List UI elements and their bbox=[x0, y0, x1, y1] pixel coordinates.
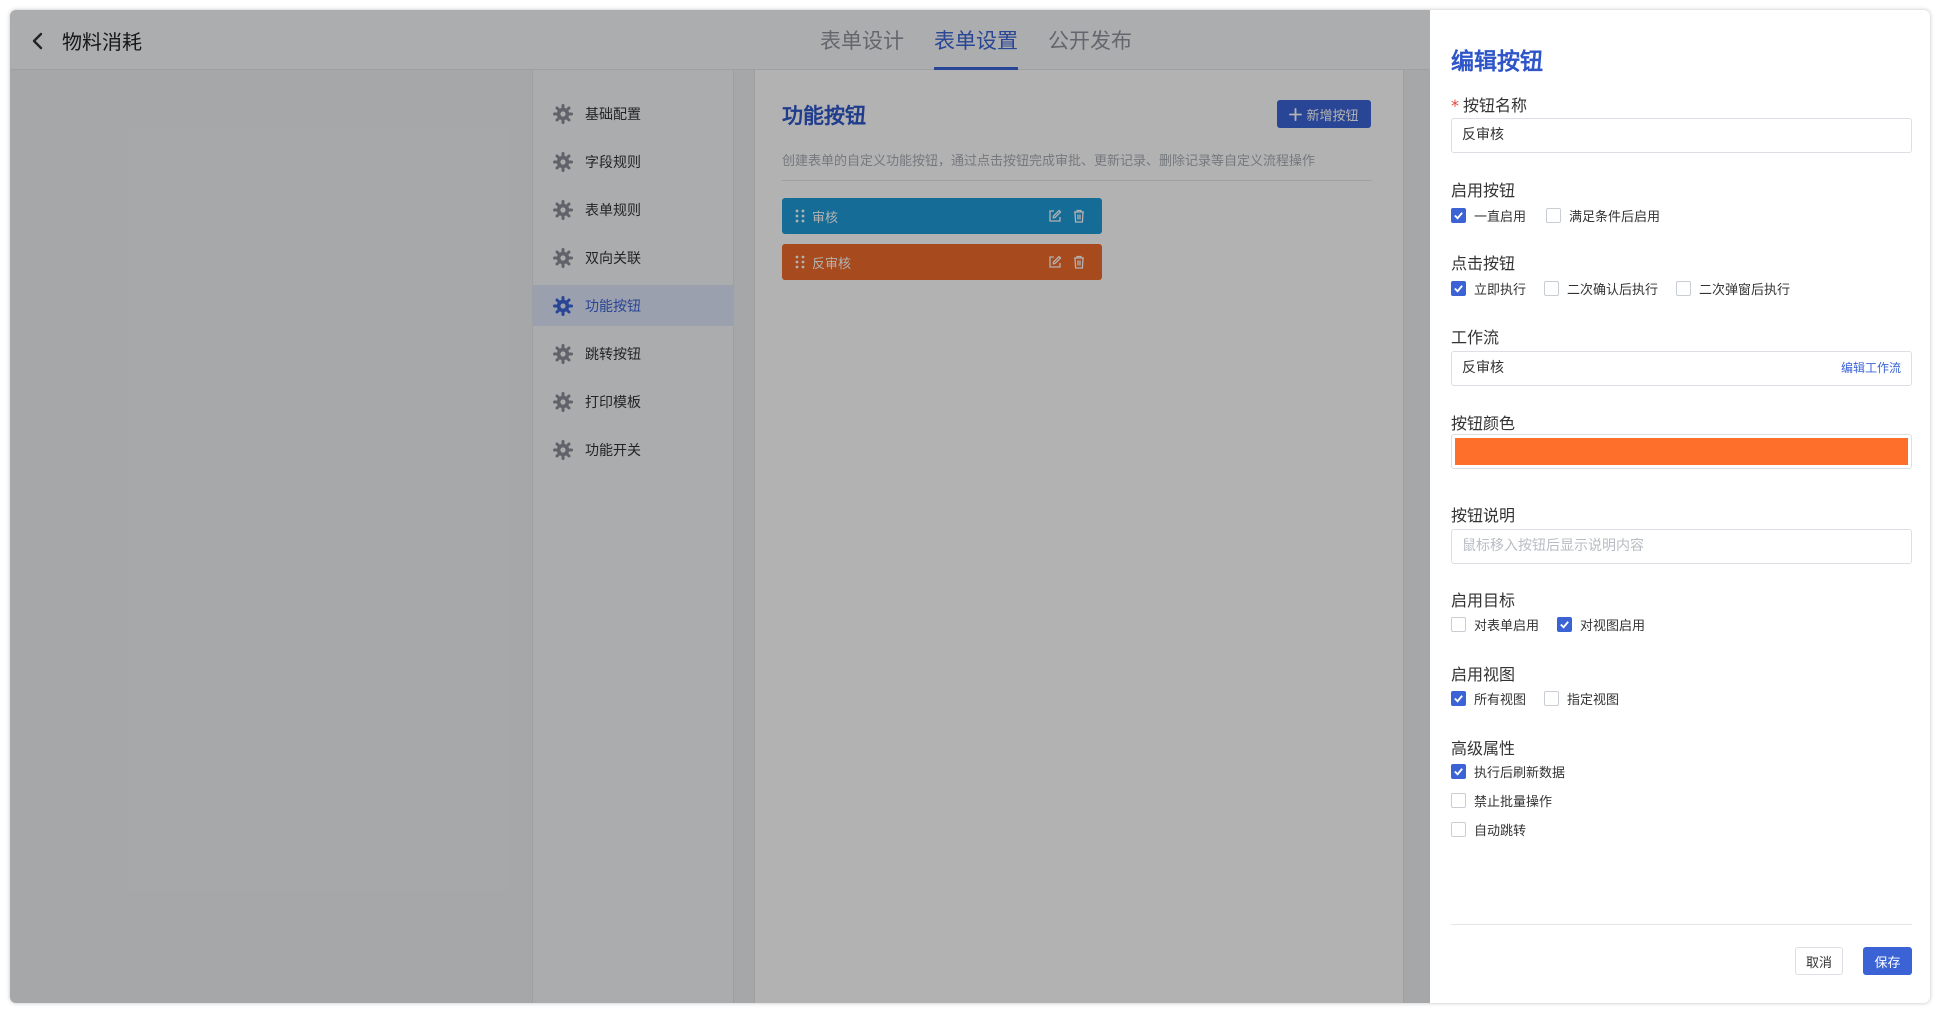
edit-button-drawer: 编辑按钮 * 按钮名称 反审核 启用按钮 一直启用 满足条件后启用 点击按钮 立即… bbox=[1430, 10, 1930, 1003]
workflow-field[interactable]: 反审核 编辑工作流 bbox=[1451, 351, 1912, 386]
enable-options: 一直启用 满足条件后启用 bbox=[1451, 206, 1660, 225]
name-label: * 按钮名称 bbox=[1451, 92, 1527, 116]
advanced-option-jump: 自动跳转 bbox=[1451, 820, 1526, 839]
checkbox-always-enable[interactable]: 一直启用 bbox=[1451, 206, 1526, 225]
check-icon bbox=[1454, 768, 1463, 776]
checkbox-label: 执行后刷新数据 bbox=[1474, 766, 1566, 781]
enable-label: 启用按钮 bbox=[1451, 181, 1516, 200]
required-mark: * bbox=[1451, 96, 1459, 115]
click-options: 立即执行 二次确认后执行 二次弹窗后执行 bbox=[1451, 279, 1790, 298]
checkbox-label: 二次弹窗后执行 bbox=[1699, 283, 1791, 298]
check-icon bbox=[1454, 212, 1463, 220]
checkbox-execute-immediately[interactable]: 立即执行 bbox=[1451, 279, 1526, 298]
checkbox-box[interactable] bbox=[1676, 281, 1692, 296]
checkbox-label: 立即执行 bbox=[1474, 283, 1527, 298]
button-description-input[interactable]: 鼠标移入按钮后显示说明内容 bbox=[1451, 529, 1912, 564]
checkbox-box[interactable] bbox=[1557, 617, 1573, 632]
drawer-footer-divider bbox=[1451, 924, 1912, 925]
checkbox-label: 满足条件后启用 bbox=[1569, 210, 1661, 225]
checkbox-label: 所有视图 bbox=[1474, 693, 1527, 708]
target-options: 对表单启用 对视图启用 bbox=[1451, 615, 1645, 634]
target-label: 启用目标 bbox=[1451, 591, 1516, 610]
name-label-text: 按钮名称 bbox=[1463, 96, 1528, 115]
checkbox-box[interactable] bbox=[1451, 764, 1466, 779]
checkbox-box[interactable] bbox=[1544, 281, 1560, 296]
checkbox-confirm-execute[interactable]: 二次确认后执行 bbox=[1544, 279, 1658, 298]
advanced-option-batch: 禁止批量操作 bbox=[1451, 791, 1552, 810]
advanced-option-refresh: 执行后刷新数据 bbox=[1451, 762, 1565, 781]
check-icon bbox=[1454, 285, 1463, 293]
workflow-value: 反审核 bbox=[1462, 360, 1504, 376]
drawer-title: 编辑按钮 bbox=[1451, 49, 1543, 75]
click-label: 点击按钮 bbox=[1451, 254, 1516, 273]
checkbox-disable-batch[interactable]: 禁止批量操作 bbox=[1451, 791, 1552, 810]
workflow-label: 工作流 bbox=[1451, 328, 1500, 347]
checkbox-box[interactable] bbox=[1451, 793, 1466, 808]
checkbox-box[interactable] bbox=[1544, 691, 1560, 706]
checkbox-refresh-after-exec[interactable]: 执行后刷新数据 bbox=[1451, 762, 1565, 781]
checkbox-label: 对表单启用 bbox=[1474, 619, 1540, 634]
color-label: 按钮颜色 bbox=[1451, 414, 1516, 433]
check-icon bbox=[1560, 621, 1569, 629]
checkbox-label: 禁止批量操作 bbox=[1474, 795, 1553, 810]
checkbox-enable-view[interactable]: 对视图启用 bbox=[1557, 615, 1645, 634]
checkbox-conditional-enable[interactable]: 满足条件后启用 bbox=[1546, 206, 1660, 225]
advanced-label: 高级属性 bbox=[1451, 739, 1516, 758]
checkbox-label: 一直启用 bbox=[1474, 210, 1527, 225]
checkbox-label: 指定视图 bbox=[1567, 693, 1620, 708]
checkbox-specific-views[interactable]: 指定视图 bbox=[1544, 689, 1619, 708]
checkbox-box[interactable] bbox=[1451, 208, 1466, 223]
checkbox-box[interactable] bbox=[1451, 617, 1466, 632]
button-name-input[interactable]: 反审核 bbox=[1451, 118, 1912, 153]
color-picker[interactable] bbox=[1451, 434, 1912, 469]
checkbox-label: 自动跳转 bbox=[1474, 824, 1527, 839]
view-options: 所有视图 指定视图 bbox=[1451, 689, 1619, 708]
save-button[interactable]: 保存 bbox=[1863, 947, 1912, 975]
checkbox-box[interactable] bbox=[1451, 691, 1466, 706]
checkbox-all-views[interactable]: 所有视图 bbox=[1451, 689, 1526, 708]
checkbox-enable-form[interactable]: 对表单启用 bbox=[1451, 615, 1539, 634]
cancel-button[interactable]: 取消 bbox=[1795, 947, 1843, 975]
checkbox-auto-jump[interactable]: 自动跳转 bbox=[1451, 820, 1526, 839]
desc-label: 按钮说明 bbox=[1451, 506, 1516, 525]
check-icon bbox=[1454, 695, 1463, 703]
checkbox-box[interactable] bbox=[1451, 281, 1466, 296]
checkbox-label: 对视图启用 bbox=[1580, 619, 1646, 634]
checkbox-label: 二次确认后执行 bbox=[1567, 283, 1659, 298]
checkbox-box[interactable] bbox=[1546, 208, 1562, 223]
color-swatch bbox=[1455, 438, 1908, 465]
view-label: 启用视图 bbox=[1451, 665, 1516, 684]
checkbox-popup-execute[interactable]: 二次弹窗后执行 bbox=[1676, 279, 1790, 298]
edit-workflow-link[interactable]: 编辑工作流 bbox=[1841, 352, 1901, 385]
checkbox-box[interactable] bbox=[1451, 822, 1466, 837]
